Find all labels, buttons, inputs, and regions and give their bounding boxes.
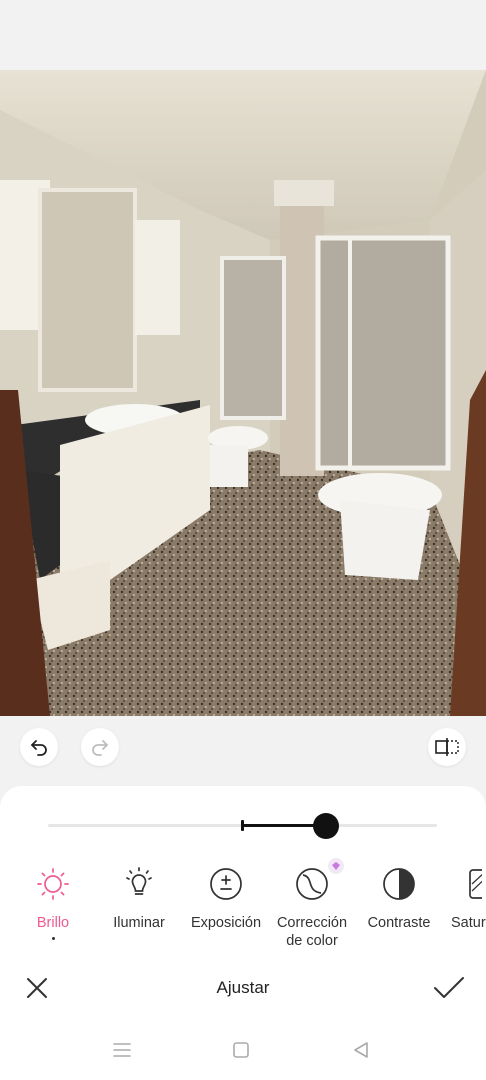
undo-button[interactable] — [20, 728, 58, 766]
redo-button[interactable] — [81, 728, 119, 766]
tool-label: Iluminar — [113, 915, 165, 931]
tool-label: Contraste — [367, 915, 431, 931]
color-correction-icon — [296, 868, 328, 900]
tool-label: Corrección de color — [276, 915, 348, 949]
slider-center-mark — [241, 820, 244, 831]
compare-button[interactable] — [428, 728, 466, 766]
back-icon[interactable] — [352, 1041, 370, 1059]
premium-badge — [328, 858, 344, 874]
check-icon[interactable] — [432, 975, 466, 1001]
tool-brillo[interactable]: Brillo — [10, 864, 96, 940]
lightbulb-icon — [126, 867, 152, 895]
photo-preview — [0, 70, 486, 716]
undo-icon — [31, 740, 47, 756]
slider-handle[interactable] — [313, 813, 340, 839]
tool-iluminar[interactable]: Iluminar — [96, 864, 182, 932]
redo-icon — [92, 740, 108, 756]
tool-label: Satur — [451, 915, 486, 931]
compare-icon — [435, 738, 459, 756]
home-icon[interactable] — [232, 1041, 250, 1059]
tool-label: Brillo — [36, 915, 70, 931]
menu-icon[interactable] — [112, 1041, 132, 1059]
tool-exposicion[interactable]: Exposición — [183, 864, 269, 932]
tool-contraste[interactable]: Contraste — [356, 864, 442, 932]
diamond-icon — [332, 862, 340, 870]
tool-saturacion[interactable]: Satur — [442, 864, 486, 932]
system-navigation-bar — [0, 1030, 486, 1070]
top-spacer — [0, 0, 486, 70]
contrast-icon — [383, 868, 415, 900]
saturation-icon — [469, 869, 482, 899]
active-indicator — [51, 937, 55, 940]
sun-icon — [37, 868, 69, 900]
panel-title: Ajustar — [216, 978, 270, 997]
plus-minus-icon — [210, 868, 242, 900]
tool-label: Exposición — [190, 915, 262, 931]
tool-correccion-de-color[interactable]: Corrección de color — [269, 864, 355, 950]
